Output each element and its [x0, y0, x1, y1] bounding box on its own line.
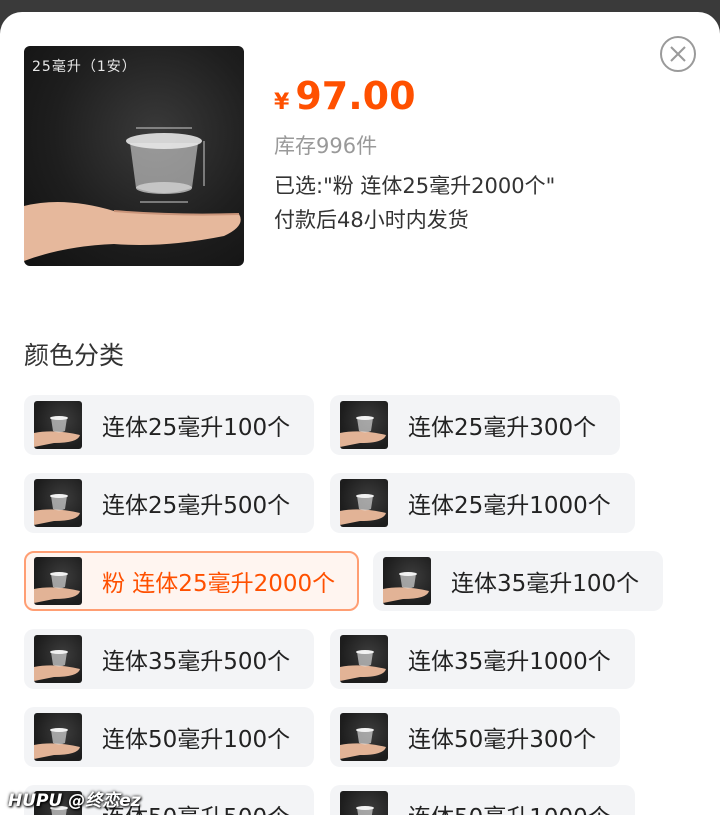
- option-chip[interactable]: 连体25毫升100个: [24, 395, 315, 455]
- option-label: 连体25毫升300个: [408, 415, 597, 441]
- option-thumbnail: [34, 635, 82, 683]
- price: ¥ 97.00: [274, 74, 416, 118]
- option-chip[interactable]: 连体35毫升1000个: [330, 629, 635, 689]
- product-image[interactable]: 25毫升（1安）: [24, 46, 244, 266]
- option-chip[interactable]: 连体25毫升500个: [24, 473, 315, 533]
- close-icon: [670, 46, 686, 62]
- option-chip[interactable]: 连体50毫升1000个: [330, 785, 635, 815]
- close-button[interactable]: [660, 36, 696, 72]
- option-label: 连体50毫升1000个: [408, 798, 611, 815]
- sku-selector-sheet: 25毫升（1安） ¥ 97.00 库存996件 已选:"粉 连体25毫升2000…: [0, 12, 720, 815]
- selected-option-summary: 已选:"粉 连体25毫升2000个": [274, 174, 556, 198]
- option-thumbnail: [340, 401, 388, 449]
- shipping-info: 付款后48小时内发货: [274, 208, 469, 232]
- section-title-color: 颜色分类: [24, 341, 125, 370]
- option-chip[interactable]: 连体35毫升100个: [373, 551, 664, 611]
- price-value: 97.00: [295, 74, 416, 118]
- option-label: 连体25毫升1000个: [408, 493, 611, 519]
- option-label: 连体50毫升100个: [102, 727, 291, 753]
- option-label: 连体35毫升1000个: [408, 649, 611, 675]
- option-thumbnail: [340, 713, 388, 761]
- option-thumbnail: [34, 557, 82, 605]
- option-label: 连体50毫升300个: [408, 727, 597, 753]
- stock-count: 库存996件: [274, 134, 378, 158]
- option-label: 连体25毫升100个: [102, 415, 291, 441]
- option-chip[interactable]: 连体50毫升100个: [24, 707, 315, 767]
- option-label: 连体25毫升500个: [102, 493, 291, 519]
- option-thumbnail: [340, 791, 388, 815]
- option-chip-selected[interactable]: 粉 连体25毫升2000个: [24, 551, 360, 611]
- option-label: 粉 连体25毫升2000个: [102, 571, 336, 597]
- option-thumbnail: [340, 479, 388, 527]
- option-label: 连体35毫升500个: [102, 649, 291, 675]
- option-thumbnail: [383, 557, 431, 605]
- watermark: HUPU @终恋ez: [8, 791, 141, 811]
- option-thumbnail: [34, 713, 82, 761]
- option-chip[interactable]: 连体35毫升500个: [24, 629, 315, 689]
- cup-on-hand-illustration: [24, 127, 241, 261]
- option-thumbnail: [34, 401, 82, 449]
- option-chip[interactable]: 连体25毫升1000个: [330, 473, 635, 533]
- option-chip[interactable]: 连体50毫升300个: [330, 707, 621, 767]
- option-thumbnail: [34, 479, 82, 527]
- product-image-label: 25毫升（1安）: [32, 59, 137, 75]
- option-label: 连体35毫升100个: [451, 571, 640, 597]
- option-chip[interactable]: 连体25毫升300个: [330, 395, 621, 455]
- price-currency: ¥: [274, 90, 290, 115]
- option-thumbnail: [340, 635, 388, 683]
